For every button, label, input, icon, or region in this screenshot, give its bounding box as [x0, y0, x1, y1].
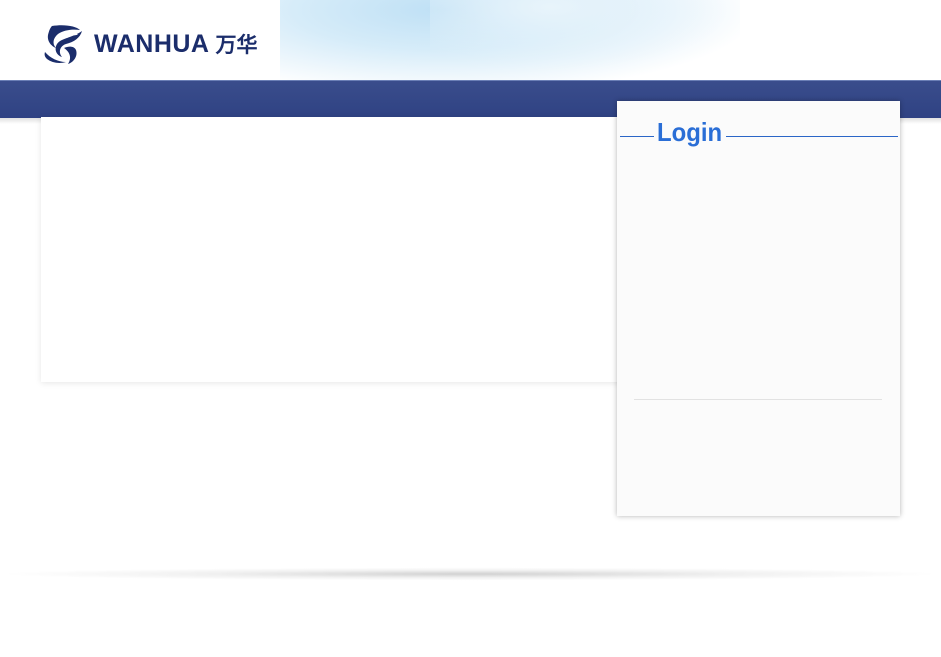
logo-text: WANHUA — [94, 29, 210, 58]
wanhua-swirl-logo-icon — [44, 25, 82, 64]
wanhua-logo[interactable]: WANHUA 万华 — [42, 22, 258, 66]
header: WANHUA 万华 — [0, 0, 941, 80]
login-panel: Login — [617, 101, 900, 516]
login-title-rule-right — [726, 136, 898, 137]
login-title: Login — [657, 117, 723, 147]
header-sky-highlight — [430, 0, 730, 70]
login-divider — [634, 399, 882, 400]
login-title-rule-left — [620, 136, 654, 137]
footer-shadow-swoosh — [0, 566, 941, 582]
main-content-panel — [41, 117, 621, 382]
logo-chinese-text: 万华 — [215, 33, 258, 57]
